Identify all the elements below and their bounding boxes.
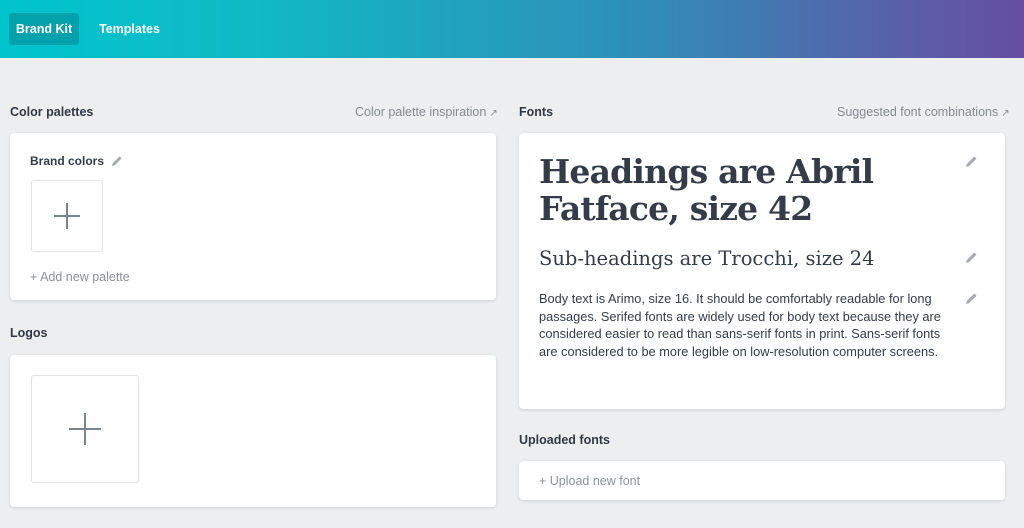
add-new-palette-link[interactable]: + Add new palette <box>30 270 130 284</box>
uploaded-fonts-card: + Upload new font <box>519 461 1005 500</box>
tab-templates[interactable]: Templates <box>99 13 160 45</box>
pencil-icon[interactable] <box>111 154 125 168</box>
external-arrow-icon: ↗ <box>1001 108 1010 119</box>
subheading-font-sample: Sub-headings are Trocchi, size 24 <box>539 247 875 270</box>
uploaded-fonts-heading: Uploaded fonts <box>519 433 610 447</box>
body-font-sample: Body text is Arimo, size 16. It should b… <box>539 291 941 359</box>
add-logo-tile[interactable] <box>31 375 139 483</box>
fonts-heading: Fonts <box>519 105 554 119</box>
pencil-icon[interactable] <box>965 155 979 169</box>
top-nav-bar: Brand Kit Templates <box>0 0 1024 58</box>
plus-icon <box>54 203 80 229</box>
logos-card <box>10 355 496 507</box>
color-palette-inspiration-link[interactable]: Color palette inspiration ↗ <box>355 105 498 119</box>
color-palettes-heading: Color palettes <box>10 105 94 119</box>
pencil-icon[interactable] <box>965 251 979 265</box>
add-color-tile[interactable] <box>31 180 103 252</box>
logos-heading: Logos <box>10 326 48 340</box>
color-palettes-card: Brand colors + Add new palette <box>10 133 496 300</box>
fonts-card: Headings are Abril Fatface, size 42 Sub-… <box>519 133 1005 409</box>
plus-icon <box>69 413 101 445</box>
color-palette-inspiration-label: Color palette inspiration <box>355 105 487 119</box>
suggested-font-combinations-label: Suggested font combinations <box>837 105 999 119</box>
suggested-font-combinations-link[interactable]: Suggested font combinations ↗ <box>837 105 1010 119</box>
tab-brand-kit[interactable]: Brand Kit <box>9 13 79 45</box>
pencil-icon[interactable] <box>965 292 979 306</box>
palette-name: Brand colors <box>30 154 105 168</box>
heading-font-sample: Headings are Abril Fatface, size 42 <box>539 152 874 228</box>
external-arrow-icon: ↗ <box>489 108 498 119</box>
upload-new-font-link[interactable]: + Upload new font <box>539 474 640 488</box>
